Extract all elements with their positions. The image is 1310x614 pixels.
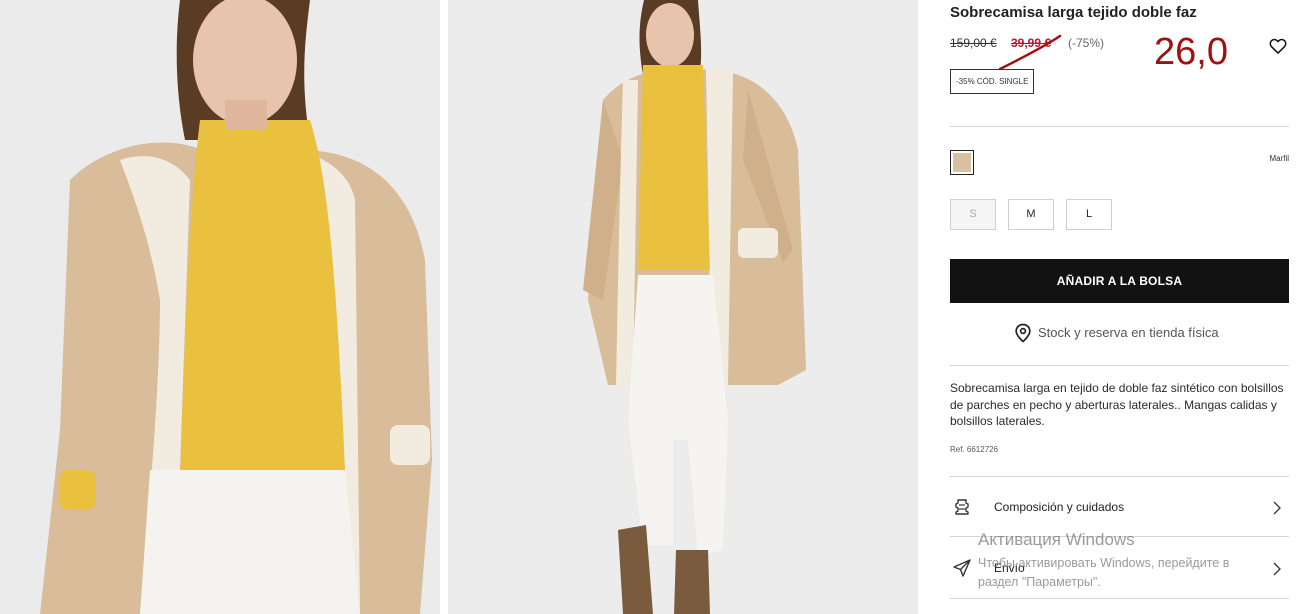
color-swatch[interactable] (950, 150, 974, 175)
chevron-right-icon (1273, 562, 1281, 576)
heart-icon[interactable] (1268, 36, 1288, 56)
paper-plane-icon (953, 559, 971, 577)
product-info-panel: Sobrecamisa larga tejido doble faz 159,0… (950, 0, 1290, 614)
divider (950, 365, 1289, 366)
accordion-composition-label: Composición y cuidados (994, 500, 1125, 514)
original-price: 159,00 € (950, 36, 997, 50)
add-to-bag-button[interactable]: AÑADIR A LA BOLSA (950, 259, 1289, 303)
divider (950, 598, 1289, 599)
product-title: Sobrecamisa larga tejido doble faz (950, 4, 1197, 21)
divider (950, 536, 1289, 537)
size-button-l[interactable]: L (1066, 199, 1112, 230)
color-swatch-fill (953, 153, 971, 172)
location-pin-icon (1015, 323, 1031, 343)
divider (950, 476, 1289, 477)
product-description: Sobrecamisa larga en tejido de doble faz… (950, 381, 1284, 428)
product-reference: Ref. 6612726 (950, 445, 999, 454)
size-button-m[interactable]: M (1008, 199, 1054, 230)
accordion-shipping[interactable]: Envío (950, 540, 1289, 596)
product-image-2[interactable] (448, 0, 918, 614)
care-label-icon (955, 499, 969, 515)
accordion-shipping-label: Envío (994, 561, 1025, 575)
store-stock-link-label: Stock y reserva en tienda física (1038, 325, 1219, 340)
promo-code-badge: -35% CÓD. SINGLE (950, 69, 1035, 94)
divider (950, 126, 1289, 127)
color-name: Marfil (1269, 154, 1289, 163)
size-button-s[interactable]: S (950, 199, 996, 230)
accordion-composition[interactable]: Composición y cuidados (950, 479, 1289, 535)
discount-percent: (-75%) (1068, 36, 1105, 50)
sale-price: 39,99 € (1011, 36, 1052, 50)
chevron-right-icon (1273, 501, 1281, 515)
product-image-1[interactable] (0, 0, 440, 614)
price-row: 159,00 € 39,99 € (-75%) (950, 34, 1290, 71)
handwritten-price-annotation: 26,0 (1154, 31, 1228, 73)
